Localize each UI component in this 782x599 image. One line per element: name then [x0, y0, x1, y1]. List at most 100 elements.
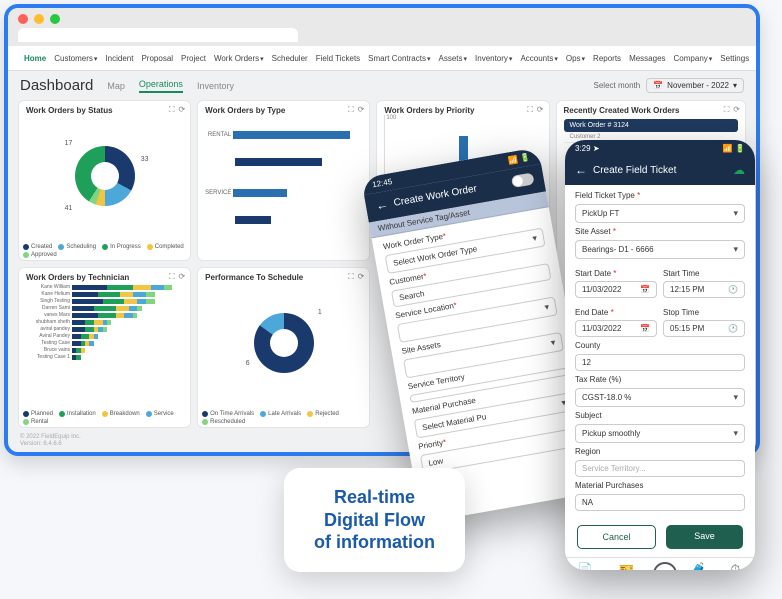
nav-workorders[interactable]: Work Orders [214, 54, 264, 63]
callout-text: Real-time Digital Flow of information [314, 486, 435, 554]
card-title: Work Orders by Priority [384, 106, 541, 115]
tech-legend: Planned Installation Breakdown Service R… [23, 411, 186, 425]
input-end-date[interactable]: 11/03/2022📅 [575, 320, 657, 337]
cancel-button[interactable]: Cancel [577, 525, 656, 549]
tab-operations[interactable]: Operations [139, 79, 183, 93]
form-actions: Cancel Save [565, 517, 755, 557]
footer: © 2022 FieldEquip Inc. Version: 6.4.6.6 [20, 434, 81, 448]
card-technician: Work Orders by Technician ⛶⟳ Kane Willia… [18, 267, 191, 428]
toggle-switch[interactable] [511, 172, 535, 188]
input-county[interactable]: 12 [575, 354, 745, 371]
expand-icon[interactable]: ⛶ [348, 272, 354, 282]
nav-company[interactable]: Company [674, 54, 713, 63]
nav-customers[interactable]: Customers [54, 54, 97, 63]
input-start-date[interactable]: 11/03/2022📅 [575, 281, 657, 298]
select-ticket-type[interactable]: PickUp FT▾ [575, 204, 745, 223]
nav-inventory[interactable]: Inventory [475, 54, 512, 63]
tab-inventory[interactable]: 🧳Inventory [686, 562, 711, 570]
refresh-icon[interactable]: ⟳ [178, 105, 185, 115]
nav-messages[interactable]: Messages [629, 54, 665, 63]
calendar-icon: 📅 [640, 285, 650, 294]
select-tax-rate[interactable]: CGST-18.0 %▾ [575, 388, 745, 407]
close-icon[interactable] [18, 14, 28, 24]
nav-reports[interactable]: Reports [593, 54, 621, 63]
refresh-icon[interactable]: ⟳ [358, 105, 365, 115]
expand-icon[interactable]: ⛶ [348, 105, 354, 115]
label-start-time: Start Time [663, 269, 699, 278]
refresh-icon[interactable]: ⟳ [537, 105, 544, 115]
back-icon[interactable]: ← [575, 163, 587, 177]
select-site-asset[interactable]: Bearings- D1 - 6666▾ [575, 240, 745, 259]
input-subject[interactable]: Pickup smoothly▾ [575, 424, 745, 443]
nav-assets[interactable]: Assets [438, 54, 467, 63]
tab-map[interactable]: Map [107, 81, 125, 91]
expand-icon[interactable]: ⛶ [169, 105, 175, 115]
label-stop-time: Stop Time [663, 308, 699, 317]
clock-icon: 🕐 [728, 285, 738, 294]
nav-proposal[interactable]: Proposal [141, 54, 173, 63]
cloud-sync-icon[interactable]: ☁ [733, 163, 745, 177]
signal-icon: 📶 🔋 [723, 144, 745, 153]
label-county: County [575, 341, 745, 350]
nav-settings[interactable]: Settings [720, 54, 749, 63]
plus-icon: + [653, 562, 677, 570]
tab-time-clock[interactable]: ⏱Time Clock [720, 562, 750, 570]
nav-ops[interactable]: Ops [566, 54, 585, 63]
nav-fieldtickets[interactable]: Field Tickets [316, 54, 360, 63]
phone-time: 3:29 [575, 144, 591, 153]
card-title: Work Orders by Status [26, 106, 183, 115]
nav-project[interactable]: Project [181, 54, 206, 63]
nav-accounts[interactable]: Accounts [520, 54, 557, 63]
location-icon: ➤ [593, 144, 600, 153]
calendar-icon: 📅 [653, 81, 663, 90]
refresh-icon[interactable]: ⟳ [178, 272, 185, 282]
label-region: Region [575, 447, 745, 456]
save-button[interactable]: Save [666, 525, 743, 549]
browser-tab[interactable] [18, 28, 298, 42]
status-legend: Created Scheduling In Progress Completed… [23, 244, 186, 258]
back-icon[interactable]: ← [375, 197, 389, 213]
phone-status-bar: 3:29 ➤ 📶 🔋 [565, 140, 755, 157]
clock-icon: ⏱ [731, 562, 740, 570]
ticket-icon: 🎫 [619, 562, 634, 570]
tab-work-order[interactable]: 📄Work Order [570, 562, 601, 570]
perf-legend: On Time Arrivals Late Arrivals Rejected … [202, 411, 365, 425]
nav-scheduler[interactable]: Scheduler [272, 54, 308, 63]
month-value: November - 2022 [667, 81, 729, 90]
input-region[interactable]: Service Territory... [575, 460, 745, 477]
input-material-purchases[interactable]: NA [575, 494, 745, 511]
nav-smartcontracts[interactable]: Smart Contracts [368, 54, 430, 63]
tab-inventory[interactable]: Inventory [197, 81, 234, 91]
label-subject: Subject [575, 411, 745, 420]
minimize-icon[interactable] [34, 14, 44, 24]
maximize-icon[interactable] [50, 14, 60, 24]
input-start-time[interactable]: 12:15 PM🕐 [663, 281, 745, 298]
select-month-label: Select month [594, 81, 641, 90]
window-controls [8, 8, 756, 28]
refresh-icon[interactable]: ⟳ [358, 272, 365, 282]
tab-add[interactable]: + [653, 562, 677, 570]
expand-icon[interactable]: ⛶ [724, 105, 730, 115]
expand-icon[interactable]: ⛶ [527, 105, 533, 115]
input-stop-time[interactable]: 05:15 PM🕐 [663, 320, 745, 337]
calendar-icon: 📅 [640, 324, 650, 333]
callout-box: Real-time Digital Flow of information [284, 468, 465, 572]
signal-icon: 📶 🔋 [507, 153, 530, 166]
refresh-icon[interactable]: ⟳ [733, 105, 740, 115]
card-title: Performance To Schedule [205, 273, 362, 282]
tab-field-tickets[interactable]: 🎫Field Tickets [610, 562, 643, 570]
recent-wo-header[interactable]: Work Order # 3124 [564, 119, 739, 132]
phone-title: Create Field Ticket [593, 165, 676, 176]
browser-tab-bar [8, 28, 756, 46]
performance-donut-chart: 1 6 [254, 313, 314, 373]
label-ticket-type: Field Ticket Type * [575, 191, 745, 200]
month-picker[interactable]: 📅 November - 2022 ▾ [646, 78, 744, 93]
label-end-date: End Date * [575, 308, 614, 317]
phone-header: ← Create Field Ticket ☁ [565, 157, 755, 185]
nav-incident[interactable]: Incident [105, 54, 133, 63]
expand-icon[interactable]: ⛶ [169, 272, 175, 282]
nav-home[interactable]: Home [24, 54, 46, 63]
label-site-asset: Site Asset * [575, 227, 745, 236]
box-icon: 🧳 [691, 562, 706, 570]
page-title: Dashboard [20, 77, 93, 94]
